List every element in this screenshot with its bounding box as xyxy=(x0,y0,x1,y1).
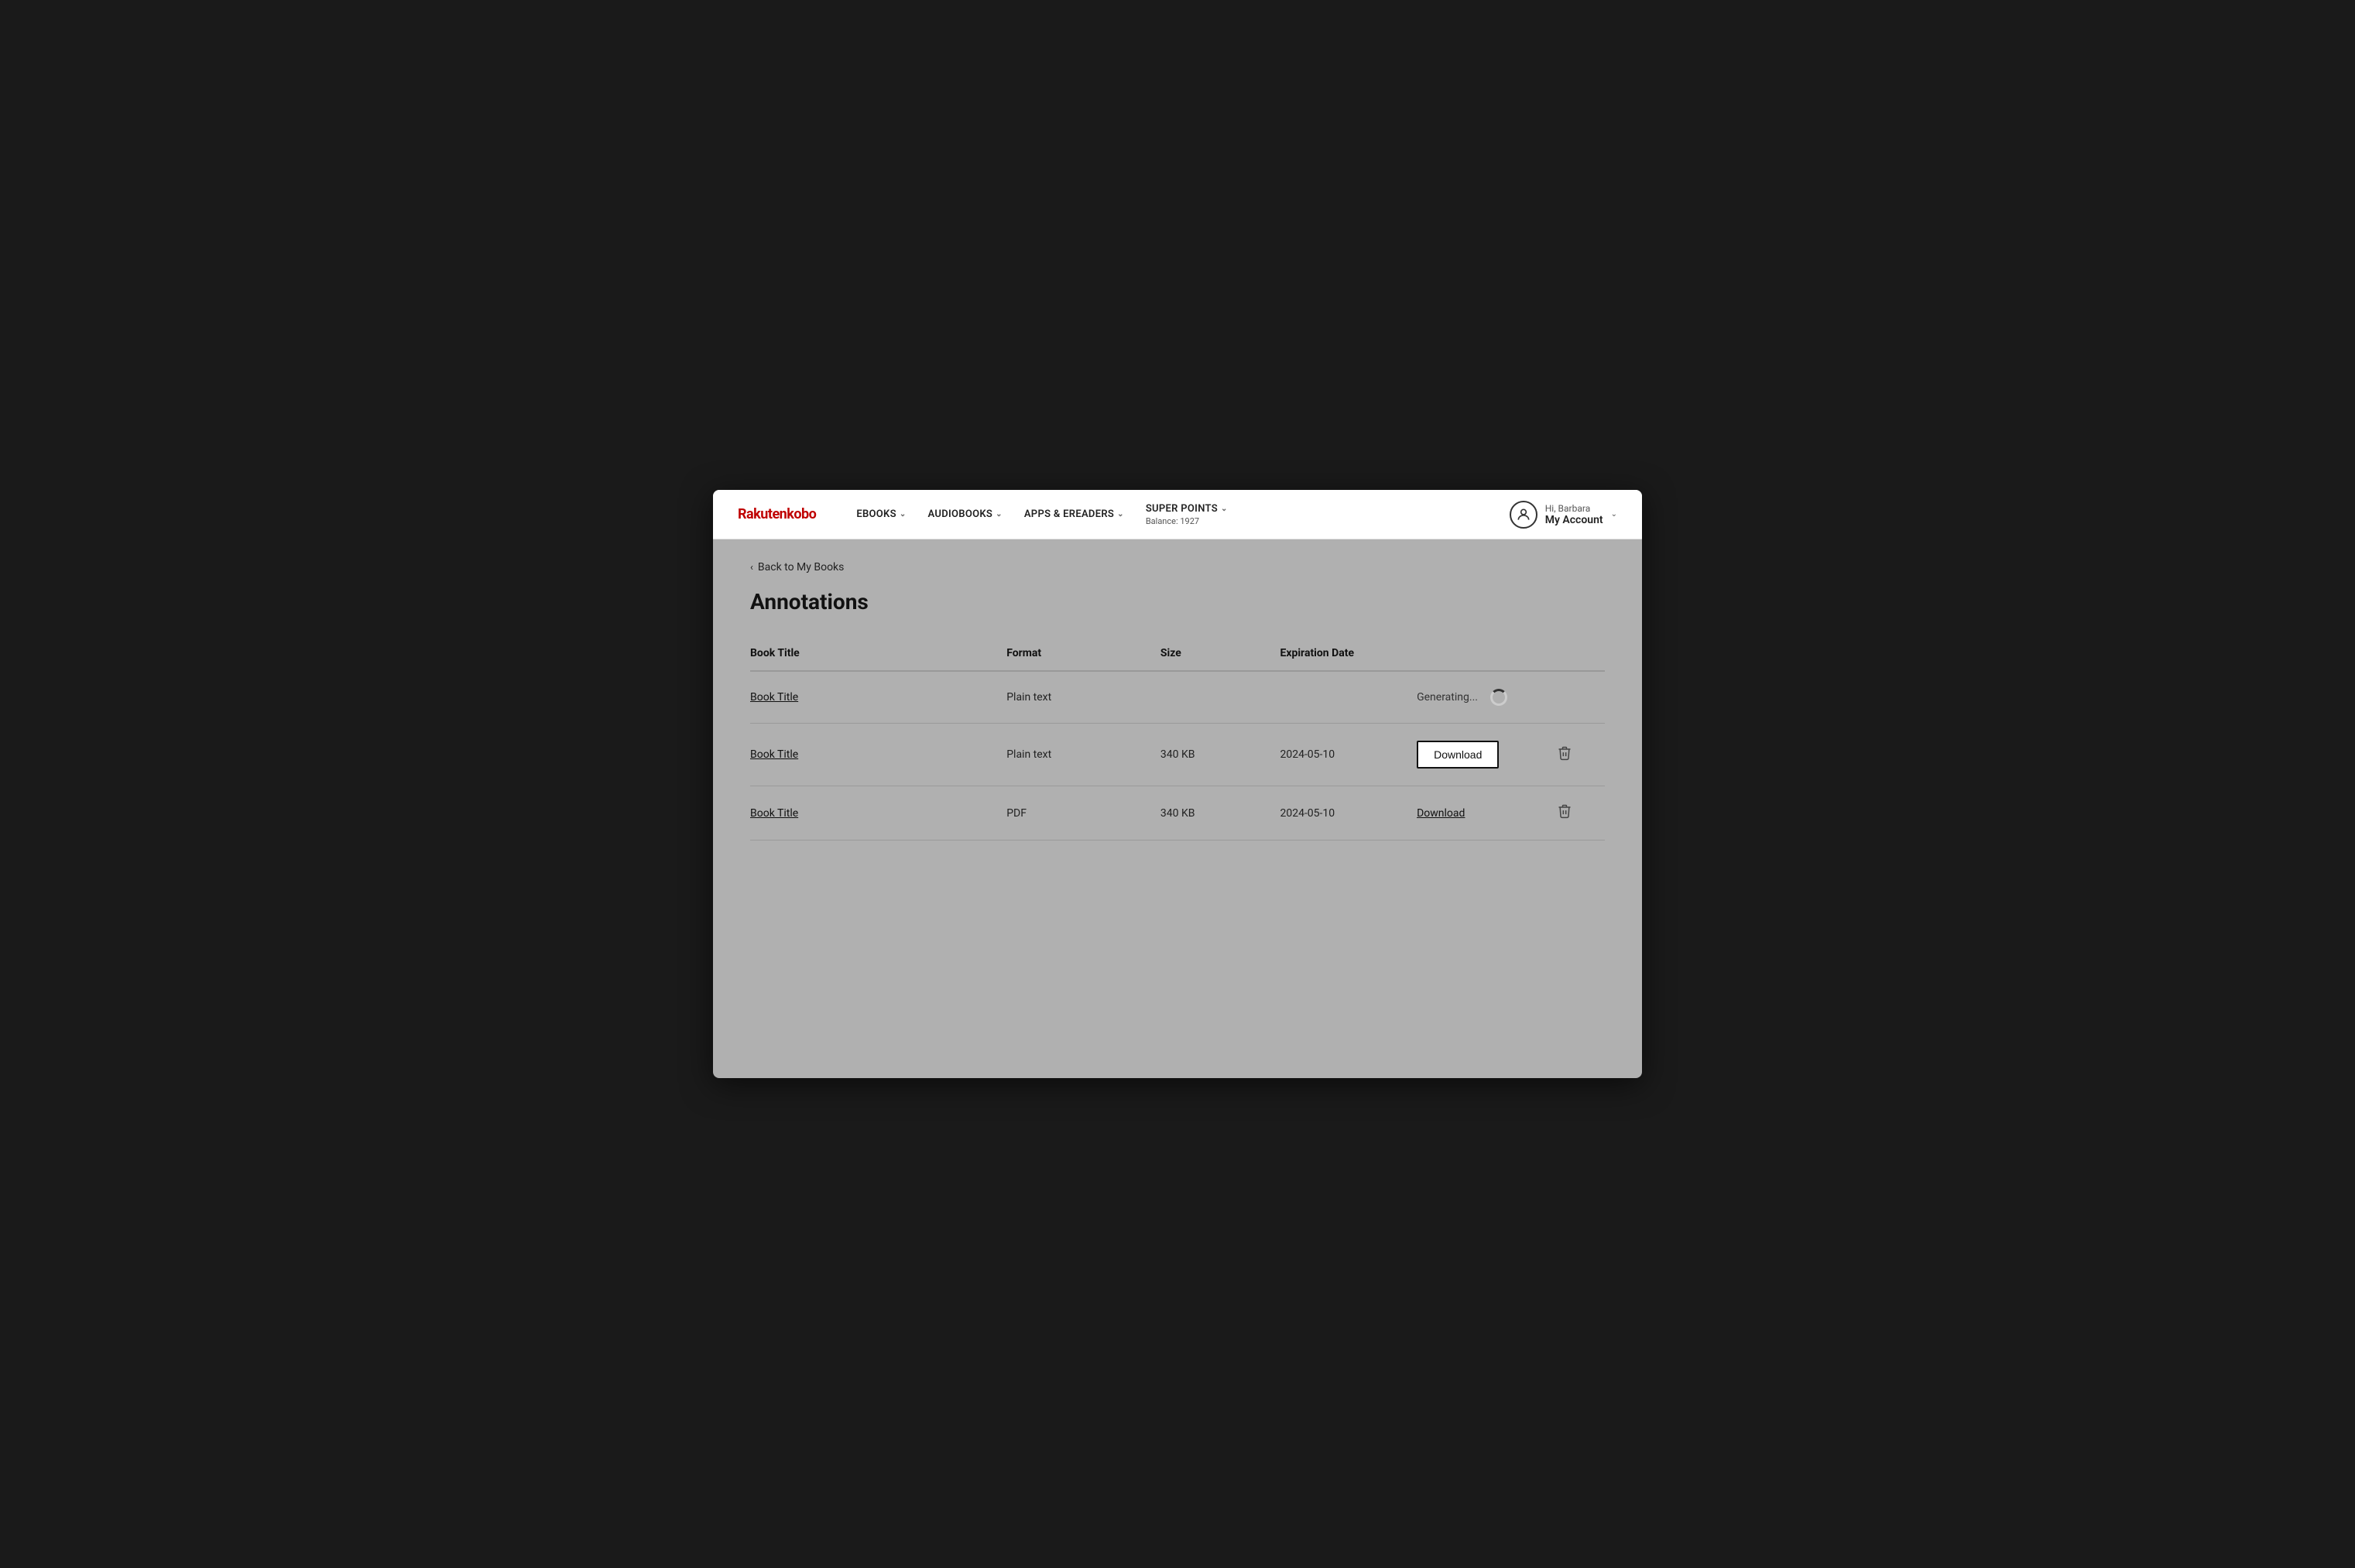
nav-ebooks[interactable]: eBOOKS ⌄ xyxy=(847,502,915,526)
col-header-size: Size xyxy=(1160,636,1280,671)
nav-super-points[interactable]: SUPER POINTS ⌄ Balance: 1927 xyxy=(1136,497,1237,532)
logo[interactable]: Rakuten kobo xyxy=(738,506,816,522)
account-label: My Account xyxy=(1545,514,1603,526)
col-header-title: Book Title xyxy=(750,636,1006,671)
chevron-down-icon: ⌄ xyxy=(1117,510,1124,519)
nav-links: eBOOKS ⌄ AUDIOBOOKS ⌄ APPS & eREADERS ⌄ … xyxy=(847,497,1484,532)
page-title: Annotations xyxy=(750,589,1605,615)
table-row: Book Title Plain text 340 KB 2024-05-10 … xyxy=(750,724,1605,786)
delete-cell xyxy=(1537,671,1605,724)
account-menu[interactable]: Hi, Barbara My Account ⌄ xyxy=(1510,501,1617,529)
book-title-link[interactable]: Book Title xyxy=(750,691,798,704)
col-header-format: Format xyxy=(1006,636,1160,671)
annotations-table: Book Title Format Size Expiration Date B… xyxy=(750,636,1605,840)
size-cell xyxy=(1160,671,1280,724)
chevron-down-icon: ⌄ xyxy=(996,510,1003,519)
book-title-cell: Book Title xyxy=(750,786,1006,840)
super-points-balance: Balance: 1927 xyxy=(1146,516,1199,526)
navbar: Rakuten kobo eBOOKS ⌄ AUDIOBOOKS ⌄ APPS … xyxy=(713,490,1642,539)
format-cell: Plain text xyxy=(1006,724,1160,786)
table-row: Book Title Plain text Generating... xyxy=(750,671,1605,724)
nav-apps[interactable]: APPS & eREADERS ⌄ xyxy=(1015,502,1133,526)
download-link[interactable]: Download xyxy=(1417,807,1465,820)
book-title-link[interactable]: Book Title xyxy=(750,748,798,761)
delete-cell[interactable] xyxy=(1537,786,1605,840)
size-cell: 340 KB xyxy=(1160,724,1280,786)
delete-icon[interactable] xyxy=(1557,745,1572,765)
generating-text: Generating... xyxy=(1417,691,1478,704)
size-cell: 340 KB xyxy=(1160,786,1280,840)
logo-rakuten: Rakuten xyxy=(738,506,787,522)
book-title-cell: Book Title xyxy=(750,671,1006,724)
chevron-down-icon: ⌄ xyxy=(1221,505,1228,513)
main-content: ‹ Back to My Books Annotations Book Titl… xyxy=(713,539,1642,871)
format-cell: Plain text xyxy=(1006,671,1160,724)
expiry-cell: 2024-05-10 xyxy=(1280,724,1417,786)
expiry-cell: 2024-05-10 xyxy=(1280,786,1417,840)
account-text: Hi, Barbara My Account xyxy=(1545,503,1603,526)
format-cell: PDF xyxy=(1006,786,1160,840)
logo-kobo: kobo xyxy=(787,506,816,522)
table-row: Book Title PDF 340 KB 2024-05-10 Downloa… xyxy=(750,786,1605,840)
col-header-delete xyxy=(1537,636,1605,671)
action-cell: Generating... xyxy=(1417,671,1537,724)
col-header-expiration: Expiration Date xyxy=(1280,636,1417,671)
nav-audiobooks-label: AUDIOBOOKS xyxy=(928,508,993,520)
chevron-down-icon: ⌄ xyxy=(900,510,907,519)
chevron-down-icon: ⌄ xyxy=(1611,510,1617,519)
account-greeting: Hi, Barbara xyxy=(1545,503,1603,514)
table-header-row: Book Title Format Size Expiration Date xyxy=(750,636,1605,671)
account-icon xyxy=(1510,501,1537,529)
book-title-cell: Book Title xyxy=(750,724,1006,786)
delete-icon[interactable] xyxy=(1557,803,1572,823)
nav-super-points-label: SUPER POINTS xyxy=(1146,503,1218,515)
back-link-label: Back to My Books xyxy=(758,561,844,573)
loading-spinner xyxy=(1490,689,1507,706)
nav-apps-label: APPS & eREADERS xyxy=(1024,508,1114,520)
delete-cell[interactable] xyxy=(1537,724,1605,786)
expiry-cell xyxy=(1280,671,1417,724)
action-cell: Download xyxy=(1417,786,1537,840)
col-header-action xyxy=(1417,636,1537,671)
download-button-highlighted[interactable]: Download xyxy=(1417,741,1499,769)
nav-ebooks-label: eBOOKS xyxy=(856,508,896,520)
nav-audiobooks[interactable]: AUDIOBOOKS ⌄ xyxy=(919,502,1012,526)
chevron-left-icon: ‹ xyxy=(750,562,753,573)
back-to-my-books-link[interactable]: ‹ Back to My Books xyxy=(750,561,1605,573)
book-title-link[interactable]: Book Title xyxy=(750,807,798,820)
browser-window: Rakuten kobo eBOOKS ⌄ AUDIOBOOKS ⌄ APPS … xyxy=(713,490,1642,1078)
action-cell: Download xyxy=(1417,724,1537,786)
